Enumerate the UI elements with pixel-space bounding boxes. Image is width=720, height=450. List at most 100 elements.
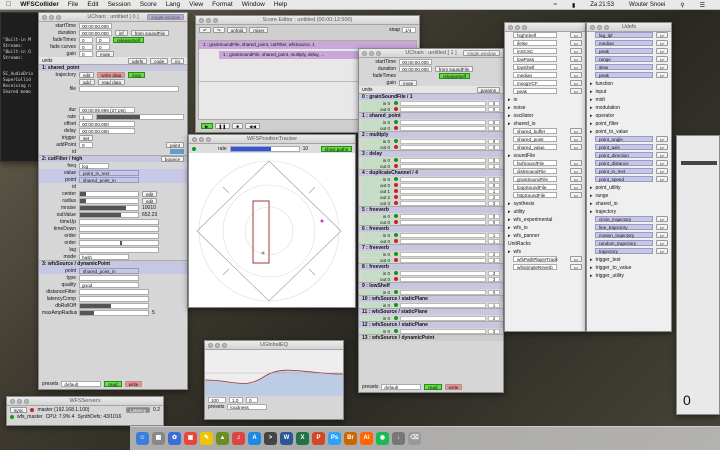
offset-field[interactable]: 00:00:00.000 bbox=[79, 120, 135, 127]
disclosure-triangle-icon[interactable]: ▸ bbox=[508, 224, 511, 232]
chain-unit-header[interactable]: 2 : multiply bbox=[359, 131, 503, 138]
chain-channel-row[interactable]: in 0 3 bbox=[359, 270, 503, 276]
excel-icon[interactable]: X bbox=[296, 432, 309, 445]
channel-bus-number[interactable]: 0 bbox=[488, 106, 500, 112]
level-fader[interactable] bbox=[681, 161, 717, 165]
chain-channel-row[interactable]: in 0 3 bbox=[359, 328, 503, 334]
bounce-button[interactable]: bounce bbox=[160, 156, 184, 162]
udef-category[interactable]: ▸ noise bbox=[505, 104, 585, 112]
udef-add-icon[interactable]: ▭ bbox=[655, 56, 668, 62]
channel-connector-icon[interactable] bbox=[394, 189, 398, 193]
traj-dur-field[interactable]: 00:00:09.999 (27 pts) bbox=[79, 106, 135, 113]
udef-category[interactable]: ▸ trigger_test bbox=[587, 256, 671, 264]
duration-field-2[interactable]: 00:00:00.000 bbox=[399, 65, 432, 72]
chain-channel-row[interactable]: out 3 3 bbox=[359, 200, 503, 206]
tracker-power-icon[interactable] bbox=[192, 146, 196, 151]
channel-connector-icon[interactable] bbox=[394, 220, 398, 224]
channel-connector-icon[interactable] bbox=[394, 214, 398, 218]
udef-entry[interactable]: point_axis bbox=[595, 144, 653, 150]
disclosure-triangle-icon[interactable]: ▸ bbox=[590, 88, 593, 96]
disclosure-triangle-icon[interactable]: ▸ bbox=[590, 208, 593, 216]
chain-channel-row[interactable]: out 0 3 bbox=[359, 276, 503, 282]
undo-icon[interactable]: ↶ bbox=[199, 26, 211, 33]
latencycomp-slider[interactable] bbox=[79, 295, 149, 302]
channel-bus-bar[interactable] bbox=[400, 194, 486, 200]
udef-add-icon[interactable]: ▭ bbox=[569, 40, 582, 46]
udef-item[interactable]: point_direction ▭ bbox=[587, 152, 671, 160]
udef-entry[interactable]: median bbox=[513, 72, 557, 78]
udef-entry[interactable]: httpSoundFile bbox=[513, 192, 557, 198]
udef-entry[interactable]: moogVCF bbox=[513, 80, 557, 86]
user-name[interactable]: Wouter Snoei bbox=[629, 2, 665, 8]
preset-select[interactable]: default bbox=[61, 380, 102, 387]
rate-field[interactable]: 1 bbox=[79, 113, 93, 120]
udef-item[interactable]: lag_lpf ▭ bbox=[587, 32, 671, 40]
udef-entry[interactable]: motion_trajectory bbox=[595, 232, 653, 238]
udef-category[interactable]: ▸ function bbox=[587, 80, 671, 88]
play-icon[interactable]: ▶ bbox=[201, 122, 213, 129]
appstore-icon[interactable]: A bbox=[248, 432, 261, 445]
io-button[interactable]: i/o bbox=[171, 57, 184, 64]
udef-entry[interactable]: point_angle bbox=[595, 136, 653, 142]
notes-icon[interactable]: ✎ bbox=[200, 432, 213, 445]
udef-entry[interactable]: shared_point bbox=[513, 136, 557, 142]
chain-channel-row[interactable]: in 0 0 bbox=[359, 138, 503, 144]
channel-bus-number[interactable]: 1 bbox=[488, 188, 500, 194]
udef-add-icon[interactable]: ▭ bbox=[569, 64, 582, 70]
udef-add-icon[interactable]: ▭ bbox=[569, 168, 582, 174]
udef-category-wfs[interactable]: ▸ wfs bbox=[505, 248, 585, 256]
distancefilter-slider[interactable] bbox=[79, 288, 149, 295]
disclosure-triangle-icon[interactable]: ▸ bbox=[590, 192, 593, 200]
quality-select[interactable]: good bbox=[79, 281, 139, 288]
channel-bus-bar[interactable] bbox=[400, 238, 486, 244]
udef-item[interactable]: lowPass ▭ bbox=[505, 56, 585, 64]
udef-category[interactable]: ▸ midi bbox=[587, 96, 671, 104]
udef-item[interactable]: peak ▭ bbox=[587, 72, 671, 80]
udef-add-icon[interactable]: ▭ bbox=[569, 80, 582, 86]
file-field[interactable] bbox=[79, 85, 179, 92]
udef-entry[interactable]: diskSoundFile bbox=[513, 168, 557, 174]
udefs-button[interactable]: udefs bbox=[127, 57, 148, 64]
starttime-field-2[interactable]: 00:00:00.000 bbox=[399, 58, 432, 65]
maxamp-slider[interactable] bbox=[79, 309, 149, 316]
udef-entry[interactable]: peak bbox=[595, 72, 653, 78]
menu-session[interactable]: Session bbox=[108, 1, 131, 8]
menu-window[interactable]: Window bbox=[242, 1, 265, 8]
search-icon[interactable]: ⚲ bbox=[680, 2, 684, 9]
channel-bus-bar[interactable] bbox=[400, 213, 486, 219]
channel-connector-icon[interactable] bbox=[394, 145, 398, 149]
udef-entry[interactable]: inSCSC bbox=[513, 48, 557, 54]
point-source[interactable]: shared_point_in bbox=[79, 176, 139, 183]
udef-entry[interactable]: point_speed bbox=[595, 176, 653, 182]
channel-bus-bar[interactable] bbox=[400, 289, 486, 295]
chain-channel-row[interactable]: in 0 1 bbox=[359, 232, 503, 238]
channel-bus-number[interactable]: 0 bbox=[488, 219, 500, 225]
channel-bus-number[interactable]: 0 bbox=[488, 144, 500, 150]
udef-item[interactable]: moogVCF ▭ bbox=[505, 80, 585, 88]
unit-header-cutfilter[interactable]: 2: cutFilter / high bounce bbox=[39, 155, 187, 162]
udef-category[interactable]: ▸ utility bbox=[505, 208, 585, 216]
dbrolloff-slider[interactable] bbox=[79, 302, 149, 309]
starttime-field[interactable]: 00:00:00.000 bbox=[79, 22, 112, 29]
releaseself-button-2[interactable]: releaseSelf bbox=[439, 72, 470, 79]
channel-connector-icon[interactable] bbox=[394, 158, 398, 162]
udef-add-icon[interactable]: ▭ bbox=[569, 264, 582, 270]
udef-item[interactable]: bufSoundFile ▭ bbox=[505, 160, 585, 168]
udef-add-icon[interactable]: ▭ bbox=[655, 232, 668, 238]
udef-category[interactable]: ▸ modulation bbox=[587, 104, 671, 112]
music-icon[interactable]: ♫ bbox=[232, 432, 245, 445]
channel-connector-icon[interactable] bbox=[394, 195, 398, 199]
mute-button[interactable]: mute bbox=[96, 50, 115, 57]
add-button[interactable]: add bbox=[79, 78, 95, 85]
chain-unit-header[interactable]: 9 : lowShelf bbox=[359, 282, 503, 289]
channel-connector-icon[interactable] bbox=[394, 258, 398, 262]
channel-bus-bar[interactable] bbox=[400, 188, 486, 194]
chain-unit-header[interactable]: 3 : delay bbox=[359, 150, 503, 157]
unfold-button[interactable]: unfold bbox=[226, 26, 248, 33]
channel-bus-bar[interactable] bbox=[400, 200, 486, 206]
lag-slider[interactable] bbox=[79, 246, 159, 253]
udef-entry[interactable]: grainSoundFile bbox=[513, 176, 557, 182]
disclosure-triangle-icon[interactable]: ▸ bbox=[590, 128, 593, 136]
addpoint-field[interactable]: 0 bbox=[79, 141, 93, 148]
channel-connector-icon[interactable] bbox=[394, 107, 398, 111]
